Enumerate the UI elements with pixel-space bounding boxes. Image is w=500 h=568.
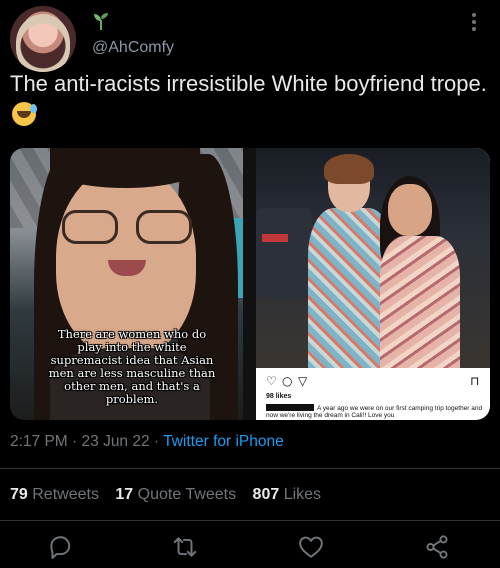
instagram-action-bar: ♡ ○ ▽ ⊓: [266, 374, 480, 388]
ig-send-icon: ▽: [298, 374, 308, 388]
image-caption-text: There are women who do play into the whi…: [48, 327, 216, 406]
quotes-stat[interactable]: 17 Quote Tweets: [115, 486, 236, 503]
retweets-stat[interactable]: 79 Retweets: [10, 486, 99, 503]
likes-stat[interactable]: 807 Likes: [253, 486, 322, 503]
tweet-media[interactable]: There are women who do play into the whi…: [10, 148, 490, 420]
user-handle[interactable]: @AhComfy: [92, 39, 174, 57]
retweet-icon[interactable]: [172, 534, 198, 560]
tweet-text: The anti-racists irresistible White boyf…: [10, 68, 496, 130]
heart-icon[interactable]: [298, 534, 324, 560]
tweet-actions: [0, 526, 500, 566]
reply-icon[interactable]: [47, 534, 73, 560]
ig-bookmark-icon: ⊓: [470, 374, 480, 388]
tweet-time[interactable]: 2:17 PM: [10, 433, 68, 450]
divider: [0, 520, 500, 521]
ig-comment-icon: ○: [282, 374, 293, 388]
tweet-stats: 79 Retweets 17 Quote Tweets 807 Likes: [10, 486, 333, 504]
tweet-header: @AhComfy: [10, 6, 490, 72]
divider: [0, 468, 500, 469]
share-icon[interactable]: [424, 534, 450, 560]
media-image-right[interactable]: ♡ ○ ▽ ⊓ 98 likes A year ago we were on o…: [256, 148, 490, 420]
tweet-date[interactable]: 23 Jun 22: [82, 433, 150, 450]
ig-caption: A year ago we were on our first camping …: [266, 404, 483, 419]
redacted-username: [266, 404, 314, 411]
sweat-smile-emoji: [12, 102, 37, 126]
tweet-body: The anti-racists irresistible White boyf…: [10, 71, 487, 96]
sprout-icon: [94, 13, 108, 30]
media-image-left[interactable]: There are women who do play into the whi…: [10, 148, 243, 420]
ig-likes: 98 likes: [266, 393, 292, 400]
tweet-meta: 2:17 PM · 23 Jun 22 · Twitter for iPhone: [10, 433, 284, 450]
avatar[interactable]: [10, 6, 76, 72]
ig-heart-icon: ♡: [266, 374, 277, 388]
tweet-source[interactable]: Twitter for iPhone: [163, 433, 284, 450]
more-icon[interactable]: [466, 10, 482, 40]
